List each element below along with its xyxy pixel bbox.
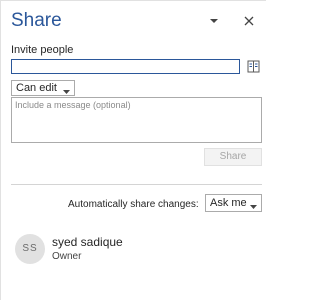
share-pane: Share Invite people Can edit Include a m… (0, 0, 266, 300)
pane-title: Share (11, 10, 62, 31)
avatar: SS (15, 234, 45, 264)
address-book-button[interactable] (246, 59, 261, 74)
pane-options-button[interactable] (207, 14, 221, 28)
close-icon (241, 13, 257, 29)
shared-user-item[interactable]: SS syed sadique Owner (11, 231, 261, 269)
chevron-down-icon (250, 201, 257, 213)
address-book-icon (246, 59, 261, 74)
invite-people-label: Invite people (11, 44, 74, 56)
invite-people-input[interactable] (11, 59, 240, 74)
auto-share-label: Automatically share changes: (68, 199, 199, 210)
close-button[interactable] (241, 13, 257, 29)
permission-dropdown[interactable]: Can edit (11, 80, 75, 96)
auto-share-dropdown[interactable]: Ask me (205, 194, 262, 212)
user-name: syed sadique (52, 235, 123, 249)
share-button[interactable]: Share (204, 148, 262, 166)
auto-share-value: Ask me (210, 197, 247, 209)
divider (11, 184, 262, 185)
permission-value: Can edit (16, 82, 57, 94)
message-input[interactable] (11, 97, 262, 143)
chevron-down-icon (207, 14, 221, 28)
user-role: Owner (52, 251, 82, 262)
